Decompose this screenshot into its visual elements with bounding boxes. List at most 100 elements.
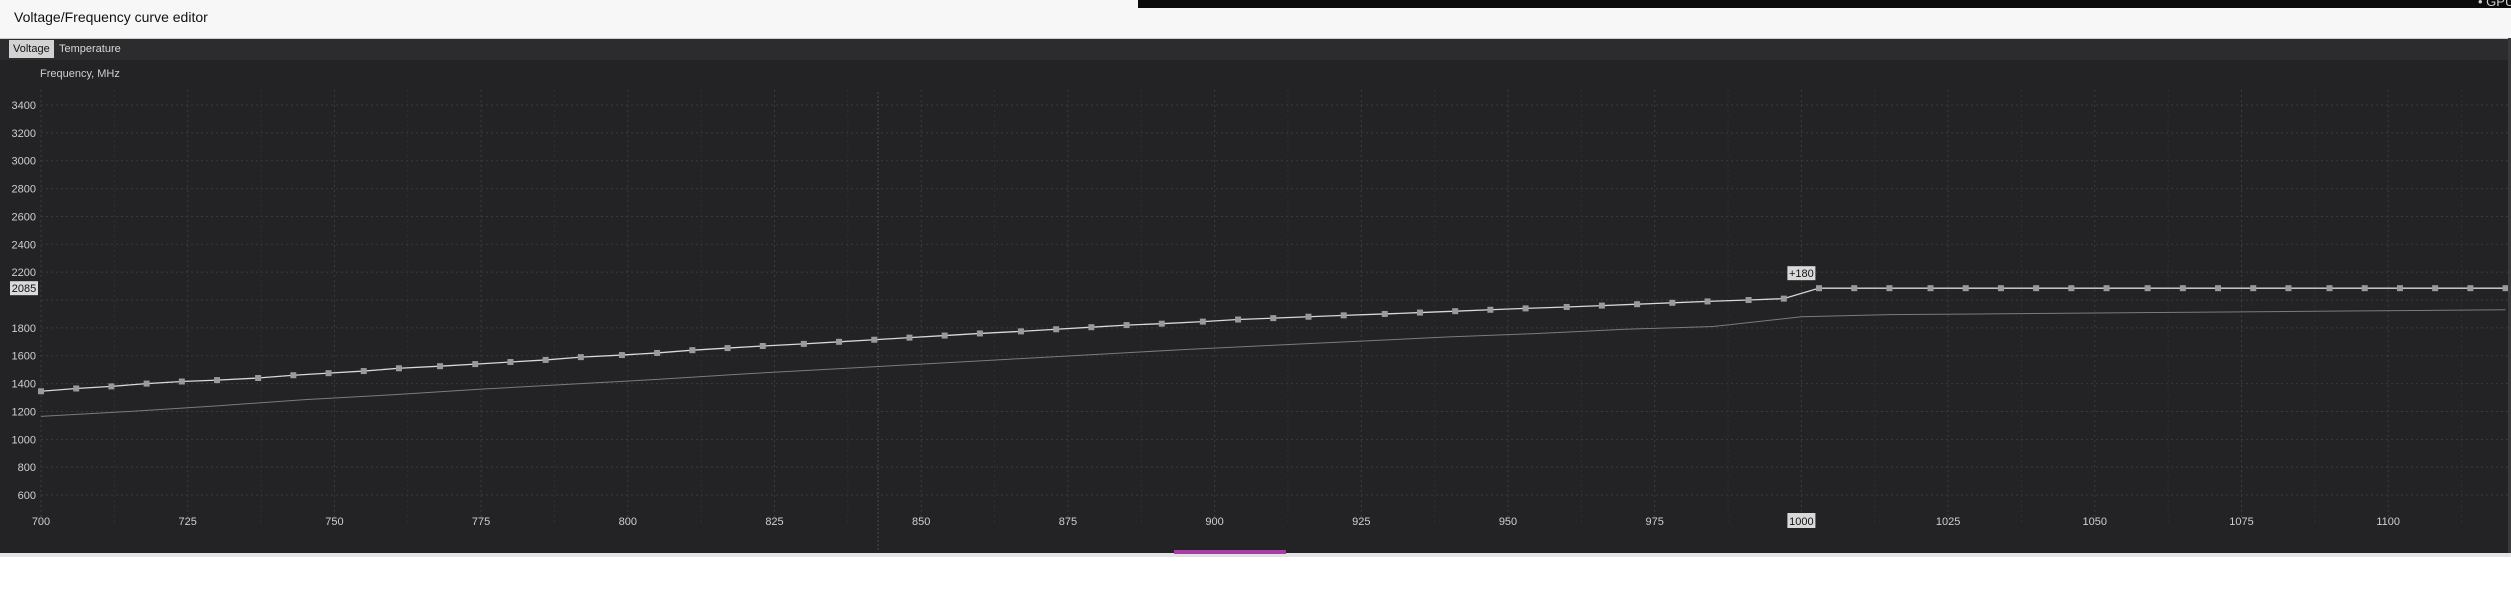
baseline-curve: [40, 309, 2506, 417]
curve-point: [472, 361, 479, 368]
curve-point: [1704, 298, 1711, 305]
curve-point: [2285, 285, 2292, 292]
offset-label: +180: [1789, 268, 1814, 280]
taskbar-accent: [1174, 550, 1286, 554]
curve-point: [1123, 322, 1130, 329]
curve-point: [2432, 285, 2439, 292]
curve-point: [507, 359, 514, 366]
x-tick-label: 1075: [2229, 516, 2253, 528]
y-highlight-label: 2085: [12, 283, 36, 295]
x-tick-label: 775: [472, 516, 490, 528]
x-tick-label: 825: [765, 516, 783, 528]
curve-point: [1088, 324, 1095, 331]
curve-point: [214, 377, 221, 384]
x-tick-label: 1050: [2083, 516, 2107, 528]
curve-point: [618, 352, 625, 359]
curve-point: [2361, 285, 2368, 292]
curve-point: [2215, 285, 2222, 292]
curve-point: [724, 345, 731, 352]
curve-point: [2068, 285, 2075, 292]
x-highlight-label: 1000: [1789, 516, 1813, 528]
curve-point: [542, 356, 549, 363]
x-tick-label: 700: [32, 516, 50, 528]
vf-curve-chart[interactable]: 600 800 1000 1200 1400 1600 1800 2200 2400 2600 28…: [0, 60, 2508, 553]
tab-bar: [0, 39, 2511, 60]
curve-point: [871, 336, 878, 343]
curve-point: [1598, 302, 1605, 309]
curve-point: [1053, 326, 1060, 333]
curve-point: [1305, 313, 1312, 320]
x-tick-label: 925: [1352, 516, 1370, 528]
curve-point: [2144, 285, 2151, 292]
curve-point: [1745, 297, 1752, 304]
curve-point: [1487, 306, 1494, 313]
curve-point: [395, 365, 402, 372]
curve-point: [255, 375, 262, 382]
curve-point: [976, 330, 983, 337]
curve-point: [73, 385, 80, 392]
curve-point: [1851, 285, 1858, 292]
x-tick-label: 975: [1646, 516, 1664, 528]
curve-point: [1199, 318, 1206, 325]
curve-point: [1522, 305, 1529, 312]
curve-point: [1669, 299, 1676, 306]
x-tick-label: 800: [619, 516, 637, 528]
curve-point: [836, 338, 843, 345]
curve-point: [2103, 285, 2110, 292]
curve-point: [38, 388, 44, 395]
curve-point: [759, 342, 766, 349]
curve-point: [360, 368, 367, 375]
curve-point: [1962, 285, 1969, 292]
curve-point: [2396, 285, 2403, 292]
curve-point: [1270, 315, 1277, 322]
curve-point: [1816, 285, 1823, 292]
curve-point: [1634, 301, 1641, 308]
y-tick-label: 600: [18, 490, 36, 502]
curve-point: [689, 347, 696, 354]
y-tick-label: 1000: [12, 434, 36, 446]
x-tick-label: 875: [1059, 516, 1077, 528]
x-tick-label: 900: [1205, 516, 1223, 528]
curve-point: [1340, 312, 1347, 319]
curve-point: [1017, 328, 1024, 335]
curve-point: [1997, 285, 2004, 292]
y-tick-label: 3200: [12, 128, 36, 140]
curve-point: [290, 372, 297, 379]
curve-point: [577, 354, 584, 361]
tab-voltage[interactable]: Voltage: [9, 40, 54, 58]
y-tick-label: 3400: [12, 100, 36, 112]
curve-point: [2467, 285, 2474, 292]
x-tick-label: 850: [912, 516, 930, 528]
curve-point: [2179, 285, 2186, 292]
curve-point: [1563, 303, 1570, 310]
y-tick-label: 2400: [12, 239, 36, 251]
curve-point: [654, 349, 661, 356]
curve-point: [2033, 285, 2040, 292]
curve-point: [1381, 310, 1388, 317]
curve-point: [2250, 285, 2257, 292]
y-tick-label: 2200: [12, 267, 36, 279]
curve-point: [2326, 285, 2333, 292]
y-tick-label: 1200: [12, 406, 36, 418]
y-tick-label: 800: [18, 462, 36, 474]
curve-point: [143, 380, 150, 387]
curve-point: [1158, 320, 1165, 327]
curve-point: [1452, 308, 1459, 315]
curve-point: [906, 334, 913, 341]
tab-temperature[interactable]: Temperature: [55, 40, 125, 58]
background-window-text: • GPU Takt 2085 MHz: [2478, 0, 2511, 9]
curve-point: [1416, 309, 1423, 316]
y-tick-label: 3000: [12, 156, 36, 168]
curve-point: [800, 340, 807, 347]
x-tick-label: 725: [179, 516, 197, 528]
y-tick-label: 1600: [12, 351, 36, 363]
curve-point: [437, 363, 444, 370]
y-tick-label: 1400: [12, 379, 36, 391]
y-tick-label: 1800: [12, 323, 36, 335]
y-tick-label: 2600: [12, 211, 36, 223]
curve-point: [1235, 316, 1242, 323]
x-tick-label: 1025: [1936, 516, 1960, 528]
curve-point: [108, 383, 115, 390]
background-window-fragment: • GPU Takt 2085 MHz: [1138, 0, 2511, 9]
x-tick-label: 1100: [2376, 516, 2400, 528]
